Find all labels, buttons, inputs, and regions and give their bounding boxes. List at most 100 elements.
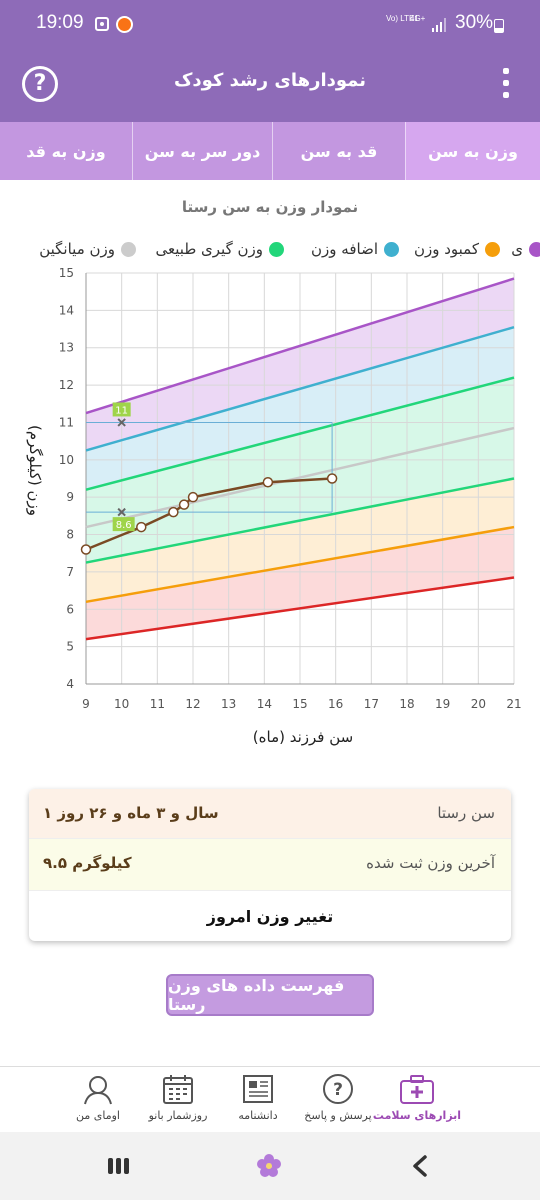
y-tick-label: 10 [59,453,74,467]
y-axis-title: وزن (کیلوگرم) [26,425,44,516]
legend-underweight[interactable]: کمبود وزن [414,240,500,258]
legend-dot-icon [485,242,500,257]
weight-data-point [326,473,338,484]
tab-weight-age[interactable]: وزن به سن [405,122,540,180]
tab-height-age[interactable]: قد به سن [272,122,405,180]
nav-label: روزشمار بانو [148,1109,208,1122]
profile-icon [80,1073,116,1105]
y-tick-label: 4 [66,677,74,691]
x-tick-label: 11 [150,697,165,711]
y-tick-label: 13 [59,341,74,355]
legend-dot-icon [269,242,284,257]
y-tick-label: 7 [66,565,74,579]
network-type: 4G+ [410,14,426,23]
legend-overweight[interactable]: اضافه وزن [311,240,399,258]
x-tick-label: 16 [328,697,343,711]
nav-label: ابزارهای سلامت [372,1109,462,1122]
x-tick-label: 18 [399,697,414,711]
weight-data-point [136,521,147,533]
x-tick-label: 20 [471,697,486,711]
question-circle-icon: ? [33,71,47,96]
nav-label: پرسش و پاسخ [304,1109,372,1122]
bottom-nav: ابزارهای سلامت ? پرسش و پاسخ دانشنامه رو… [0,1066,540,1132]
chart-title: نمودار وزن به سن رستا [181,198,359,216]
svg-text:?: ? [333,1080,343,1100]
recents-icon[interactable] [108,1158,132,1174]
change-weight-button[interactable]: تغییر وزن امروز [29,891,511,941]
growth-chart[interactable]: 9 10 11 12 13 14 15 16 17 18 19 20 21 4 5 6 7 8 9 10 11 12 13 1… [0,262,540,752]
weight-value: ۹.۵ کیلوگرم [43,854,132,872]
help-button[interactable]: ? [22,66,58,102]
x-tick-label: 10 [114,697,129,711]
x-tick-label: 12 [185,697,200,711]
battery-icon [494,19,504,33]
y-tick-label: 9 [66,490,74,504]
x-tick-label: 9 [82,697,90,711]
flower-home-icon[interactable] [256,1153,282,1179]
calendar-icon [160,1073,196,1105]
nav-calendar[interactable]: روزشمار بانو [133,1073,223,1122]
weight-row: آخرین وزن ثبت شده ۹.۵ کیلوگرم [29,839,511,891]
legend-label: وزن میانگین [39,240,115,258]
weight-data-point [178,499,190,510]
tab-weight-height[interactable]: وزن به قد [0,122,132,180]
y-tick-label: 8 [66,528,74,542]
y-tick-label: 14 [59,303,74,317]
back-chevron-icon[interactable] [410,1154,430,1178]
app-header: ? نمودارهای رشد کودک [0,44,540,122]
legend-normal[interactable]: وزن گیری طبیعی [156,240,284,258]
legend-average[interactable]: وزن میانگین [39,240,136,258]
weight-data-point [168,506,179,518]
age-label: سن رستا [437,804,495,822]
y-tick-label: 5 [66,640,74,654]
signal-icon [432,18,448,32]
nav-label: دانشنامه [238,1109,278,1122]
weight-data-point [262,476,274,488]
nav-label: اومای من [76,1109,120,1122]
medical-kit-icon [399,1073,435,1105]
chart-tabs: وزن به سن قد به سن دور سر به سن وزن به ق… [0,122,540,180]
page-title: نمودارهای رشد کودک [173,70,367,91]
app-notification-icon [116,16,133,33]
x-tick-label: 15 [292,697,307,711]
y-tick-label: 15 [59,266,74,280]
notification-icon [95,17,109,31]
nav-encyclopedia[interactable]: دانشنامه [213,1073,303,1122]
marker-label: 11 [115,405,128,416]
battery-percent: 30% [455,12,494,33]
newspaper-icon [240,1073,276,1105]
x-axis-title: سن فرزند (ماه) [253,728,353,746]
x-tick-label: 13 [221,697,236,711]
x-tick-label: 14 [257,697,272,711]
y-tick-label: 11 [59,415,74,429]
age-row: سن رستا ۱ سال و ۳ ماه و ۲۶ روز [29,789,511,839]
nav-qa[interactable]: ? پرسش و پاسخ [293,1073,383,1122]
legend-obesity[interactable]: ی [511,240,540,258]
legend-dot-icon [529,242,540,257]
weight-data-point [80,544,92,555]
marker-label: 8.6 [116,520,132,531]
question-bubble-icon: ? [320,1073,356,1105]
nav-health-tools[interactable]: ابزارهای سلامت [372,1073,462,1122]
y-tick-label: 6 [66,602,74,616]
status-bar: 19:09 Vo) LTE1 4G+ 30% [0,0,540,44]
kebab-menu-icon[interactable] [500,68,512,104]
legend-label: اضافه وزن [311,240,378,258]
chart-legend: ی کمبود وزن اضافه وزن وزن گیری طبیعی وزن… [0,240,540,264]
legend-label: ی [511,240,523,258]
legend-dot-icon [121,242,136,257]
x-tick-label: 21 [506,697,521,711]
y-tick-label: 12 [59,378,74,392]
weight-label: آخرین وزن ثبت شده [366,854,495,872]
tab-head-age[interactable]: دور سر به سن [132,122,272,180]
system-nav-bar [0,1132,540,1200]
age-value: ۱ سال و ۳ ماه و ۲۶ روز [43,804,219,822]
x-tick-label: 19 [435,697,450,711]
weight-list-button[interactable]: فهرست داده های وزن رستا [166,974,374,1016]
x-tick-label: 17 [364,697,379,711]
legend-label: وزن گیری طبیعی [155,240,263,258]
nav-profile[interactable]: اومای من [53,1073,143,1122]
weight-data-point [187,491,199,503]
status-time: 19:09 [36,12,84,33]
legend-label: کمبود وزن [413,240,479,258]
